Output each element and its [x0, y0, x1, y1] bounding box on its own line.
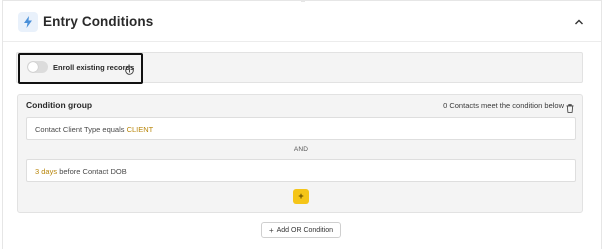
condition-value: 3 days [35, 167, 58, 176]
and-joiner: AND [293, 146, 309, 153]
lightning-icon [18, 12, 38, 32]
contacts-count-text: 0 Contacts meet the condition below [443, 101, 564, 110]
condition-group-title: Condition group [26, 100, 93, 110]
condition-value: CLIENT [126, 125, 154, 134]
condition-field: before Contact DOB [57, 167, 127, 176]
trash-icon[interactable] [566, 100, 574, 113]
condition-row[interactable]: Contact Client Type equals CLIENT [26, 117, 576, 140]
enroll-existing-label: Enroll existing records [53, 63, 135, 72]
add-or-condition-label: Add OR Condition [276, 226, 334, 234]
page-title: Entry Conditions [43, 14, 154, 29]
enroll-existing-toggle[interactable] [27, 61, 48, 73]
add-condition-button[interactable]: + [293, 189, 309, 204]
condition-field: Contact Client Type equals [35, 125, 127, 134]
plus-icon: + [268, 225, 274, 235]
toggle-knob [28, 62, 38, 72]
condition-text: Contact Client Type equals CLIENT [35, 125, 153, 134]
panel-header[interactable]: Entry Conditions [3, 1, 601, 42]
condition-row[interactable]: 3 days before Contact DOB [26, 159, 576, 182]
info-icon[interactable] [125, 62, 134, 75]
chevron-up-icon[interactable] [573, 15, 585, 27]
condition-text: 3 days before Contact DOB [35, 167, 127, 176]
add-or-condition-button[interactable]: + Add OR Condition [261, 222, 341, 238]
